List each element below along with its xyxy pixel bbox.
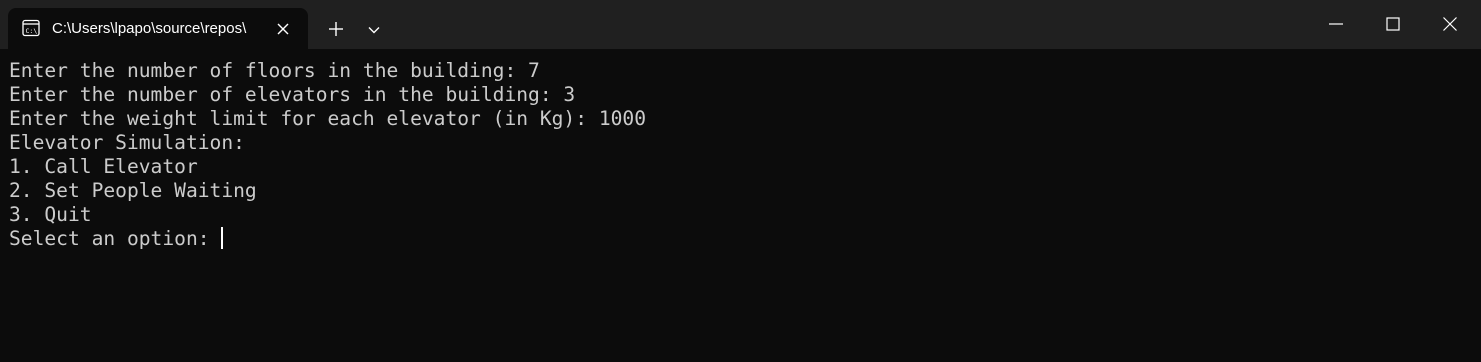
close-icon bbox=[1443, 17, 1457, 31]
text-cursor bbox=[221, 227, 224, 249]
terminal-line: Elevator Simulation: bbox=[9, 131, 245, 154]
close-window-button[interactable] bbox=[1423, 0, 1477, 46]
terminal-icon: C:\ bbox=[22, 19, 40, 37]
new-tab-plus-icon[interactable] bbox=[323, 16, 349, 42]
terminal-line: Enter the weight limit for each elevator… bbox=[9, 107, 647, 130]
terminal-prompt: Select an option: bbox=[9, 227, 222, 250]
terminal-line: Enter the number of floors in the buildi… bbox=[9, 59, 540, 82]
minimize-button[interactable] bbox=[1309, 0, 1363, 46]
close-tab-icon[interactable] bbox=[274, 20, 292, 38]
tab-terminal[interactable]: C:\ C:\Users\lpapo\source\repos\ bbox=[8, 8, 308, 49]
tab-title: C:\Users\lpapo\source\repos\ bbox=[52, 20, 247, 37]
terminal-line: 2. Set People Waiting bbox=[9, 179, 257, 202]
terminal-prompt-line[interactable]: Select an option: bbox=[9, 227, 646, 251]
terminal-line: Enter the number of elevators in the bui… bbox=[9, 83, 576, 106]
terminal-lines: Enter the number of floors in the buildi… bbox=[9, 59, 646, 251]
maximize-button[interactable] bbox=[1366, 0, 1420, 46]
terminal-output[interactable]: Enter the number of floors in the buildi… bbox=[0, 49, 1481, 362]
maximize-icon bbox=[1386, 17, 1400, 31]
title-bar: C:\ C:\Users\lpapo\source\repos\ bbox=[0, 0, 1481, 49]
terminal-line: 3. Quit bbox=[9, 203, 92, 226]
terminal-line: 1. Call Elevator bbox=[9, 155, 198, 178]
chevron-down-icon[interactable] bbox=[362, 18, 386, 42]
svg-text:C:\: C:\ bbox=[26, 27, 38, 35]
minimize-icon bbox=[1329, 23, 1343, 25]
